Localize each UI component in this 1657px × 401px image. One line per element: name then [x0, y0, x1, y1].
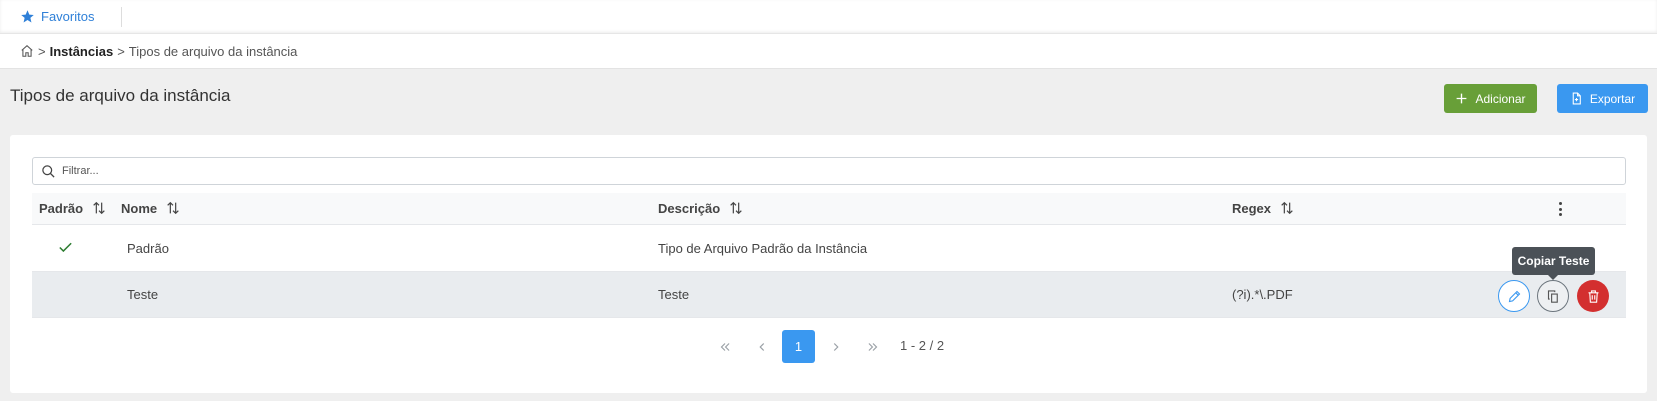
- column-header-nome[interactable]: Nome: [121, 200, 181, 216]
- copy-button[interactable]: [1537, 280, 1569, 312]
- double-chevron-left-icon: [720, 342, 729, 351]
- column-header-regex[interactable]: Regex: [1232, 200, 1295, 216]
- breadcrumb-current: Tipos de arquivo da instância: [128, 43, 298, 59]
- sort-icon: [1281, 201, 1293, 215]
- table-row: Padrão Tipo de Arquivo Padrão da Instânc…: [32, 226, 1626, 272]
- pagination-range: 1 - 2 / 2: [900, 338, 945, 353]
- trash-icon: [1588, 289, 1598, 303]
- chevron-left-icon: [758, 342, 764, 351]
- file-export-icon: [1572, 92, 1581, 105]
- next-page-button[interactable]: [819, 330, 852, 363]
- cell-nome: Teste: [127, 287, 159, 302]
- divider: [121, 7, 122, 27]
- edit-button[interactable]: [1498, 280, 1530, 312]
- breadcrumb-separator: >: [38, 43, 46, 59]
- column-header-label: Padrão: [39, 200, 84, 216]
- chevron-right-icon: [833, 342, 839, 351]
- breadcrumb: > Instâncias > Tipos de arquivo da instâ…: [0, 34, 1657, 69]
- home-icon[interactable]: [20, 44, 34, 58]
- delete-button[interactable]: [1577, 280, 1609, 312]
- prev-page-button[interactable]: [745, 330, 778, 363]
- sort-icon: [93, 201, 105, 215]
- breadcrumb-separator: >: [117, 43, 125, 59]
- star-icon: [21, 10, 34, 23]
- add-button[interactable]: Adicionar: [1444, 84, 1537, 113]
- column-options-kebab-icon[interactable]: [1552, 200, 1568, 218]
- sort-icon: [167, 201, 179, 215]
- filter-box: [32, 157, 1626, 185]
- add-button-label: Adicionar: [1475, 91, 1526, 106]
- favorites-label: Favoritos: [41, 9, 95, 24]
- copy-tooltip: Copiar Teste: [1512, 247, 1595, 280]
- first-page-button[interactable]: [708, 330, 741, 363]
- column-header-padrao[interactable]: Padrão: [39, 200, 107, 216]
- column-header-label: Descrição: [658, 200, 721, 216]
- sort-icon: [730, 201, 742, 215]
- double-chevron-right-icon: [868, 342, 877, 351]
- table-header: Padrão Nome Descrição Regex: [32, 193, 1626, 225]
- copy-icon: [1547, 289, 1558, 303]
- column-header-descricao[interactable]: Descrição: [658, 200, 744, 216]
- favorites-link[interactable]: Favoritos: [20, 9, 94, 24]
- cell-descricao: Teste: [658, 287, 690, 302]
- plus-icon: [1457, 93, 1467, 104]
- breadcrumb-instances-link[interactable]: Instâncias: [50, 44, 114, 59]
- top-bar: Favoritos: [0, 0, 1657, 34]
- column-header-label: Nome: [121, 200, 158, 216]
- export-button-label: Exportar: [1589, 91, 1636, 106]
- check-icon: [59, 242, 72, 253]
- search-icon: [42, 164, 55, 178]
- export-button[interactable]: Exportar: [1557, 84, 1648, 113]
- column-header-label: Regex: [1232, 200, 1272, 216]
- pencil-icon: [1508, 290, 1520, 302]
- last-page-button[interactable]: [856, 330, 889, 363]
- cell-regex: (?i).*\.PDF: [1232, 287, 1293, 302]
- page-button-current[interactable]: 1: [782, 330, 815, 363]
- cell-nome: Padrão: [127, 241, 169, 256]
- table-row: Teste Teste (?i).*\.PDF: [32, 272, 1626, 318]
- filter-input[interactable]: [62, 165, 1562, 177]
- cell-descricao: Tipo de Arquivo Padrão da Instância: [658, 241, 868, 256]
- page-title: Tipos de arquivo da instância: [10, 86, 231, 105]
